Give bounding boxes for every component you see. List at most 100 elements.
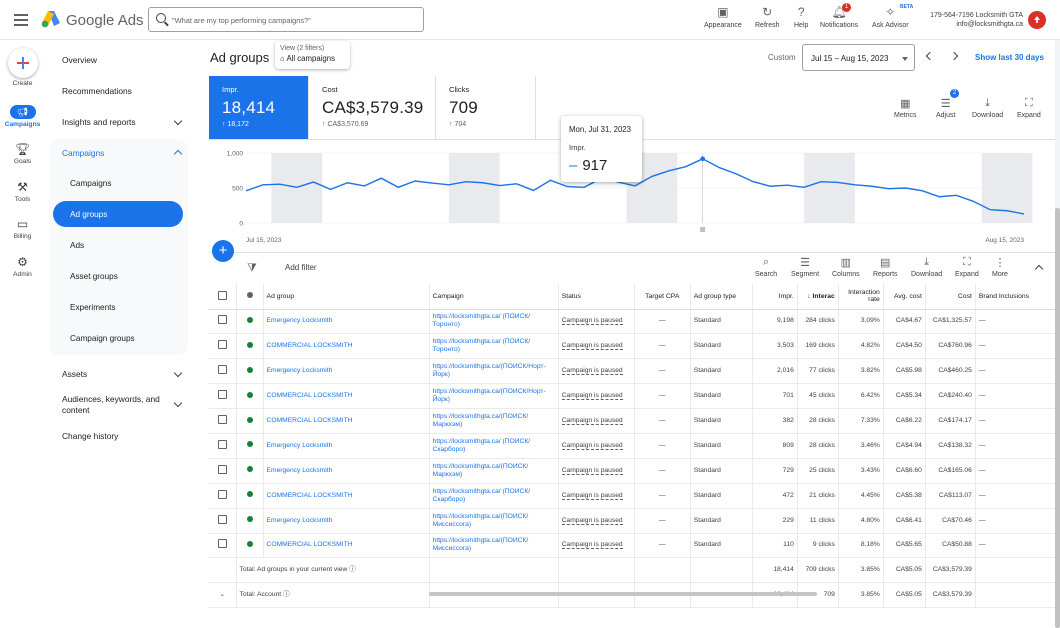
select-all-checkbox[interactable] <box>209 284 237 310</box>
row-cell[interactable]: Emergency Locksmith <box>263 508 430 534</box>
appearance-button[interactable]: ▣ Appearance <box>704 5 742 29</box>
row-checkbox[interactable] <box>217 439 227 449</box>
row-checkbox[interactable] <box>217 514 227 524</box>
create-button[interactable] <box>8 48 38 78</box>
help-circle-icon[interactable]: ⓘ <box>349 566 356 573</box>
menu-icon[interactable] <box>14 14 28 26</box>
ad-group-link[interactable]: COMMERCIAL LOCKSMITH <box>267 492 353 499</box>
ad-group-link[interactable]: COMMERCIAL LOCKSMITH <box>267 392 353 399</box>
filter-icon[interactable]: ⧩ <box>247 262 257 275</box>
table-expand-button[interactable]: ⛶ Expand <box>955 256 979 278</box>
sidebar-sub-ads[interactable]: Ads <box>70 241 84 250</box>
nav-billing[interactable]: ▭ Billing <box>0 217 45 240</box>
row-cell[interactable]: https://locksmithgta.ca/(ПОИСК/ Маркхэм) <box>429 458 559 484</box>
refresh-button[interactable]: ↻ Refresh <box>755 5 780 29</box>
status-text[interactable]: Campaign is paused <box>561 417 623 425</box>
campaign-link[interactable]: https://locksmithgta.ca/ (ПОИСК/ Скарбор… <box>433 438 531 453</box>
sidebar-item-overview[interactable]: Overview <box>62 55 97 65</box>
row-cell[interactable]: https://locksmithgta.ca/(ПОИСК/ Миссиссо… <box>429 508 559 534</box>
table-row[interactable]: Emergency Locksmith https://locksmithgta.… <box>209 433 1060 459</box>
table-row[interactable]: COMMERCIAL LOCKSMITH https://locksmithgta… <box>209 533 1060 559</box>
row-cell[interactable]: https://locksmithgta.ca/ (ПОИСК/ Скарбор… <box>429 433 559 459</box>
row-cell[interactable]: COMMERCIAL LOCKSMITH <box>263 408 430 434</box>
prev-period-icon[interactable] <box>925 51 935 61</box>
col-header[interactable]: Status <box>558 284 635 310</box>
sidebar-item-campaigns-group[interactable]: Campaigns <box>62 148 104 158</box>
more-button[interactable]: ⋮ More <box>992 256 1008 278</box>
chevron-down-icon[interactable] <box>173 116 183 126</box>
show-last-30-days-link[interactable]: Show last 30 days <box>975 53 1044 62</box>
row-cell[interactable]: https://locksmithgta.ca/(ПОИСК/ Маркхэм) <box>429 408 559 434</box>
chevron-down-icon[interactable] <box>173 398 183 408</box>
ad-group-link[interactable]: Emergency Locksmith <box>267 317 333 324</box>
col-header[interactable]: Avg. cost <box>883 284 926 310</box>
chevron-down-icon[interactable] <box>173 368 183 378</box>
row-checkbox[interactable] <box>217 365 227 375</box>
help-button[interactable]: ? Help <box>794 5 808 29</box>
col-header-sorted[interactable]: ↓ Interac <box>797 284 839 310</box>
col-header[interactable]: Ad group <box>263 284 430 310</box>
row-cell[interactable]: https://locksmithgta.ca/ (ПОИСК/ Торонто… <box>429 333 559 360</box>
horizontal-scrollbar[interactable] <box>429 592 817 596</box>
row-cell[interactable]: https://locksmithgta.ca/ (ПОИСК/ Скарбор… <box>429 483 559 509</box>
col-header[interactable]: Ad group type <box>690 284 753 310</box>
table-row[interactable]: COMMERCIAL LOCKSMITH https://locksmithgta… <box>209 333 1060 360</box>
row-checkbox[interactable] <box>217 340 227 350</box>
row-cell[interactable]: COMMERCIAL LOCKSMITH <box>263 533 430 559</box>
table-row[interactable]: Emergency Locksmith https://locksmithgta.… <box>209 358 1060 385</box>
row-cell[interactable]: Emergency Locksmith <box>263 309 430 335</box>
sidebar-sub-ad-groups[interactable]: Ad groups <box>70 210 107 219</box>
sidebar-item-audiences[interactable]: Audiences, keywords, and content <box>62 394 167 416</box>
status-text[interactable]: Campaign is paused <box>561 541 623 550</box>
row-cell[interactable]: COMMERCIAL LOCKSMITH <box>263 383 430 410</box>
campaign-link[interactable]: https://locksmithgta.ca/(ПОИСК/ Маркхэм) <box>433 463 529 478</box>
campaign-link[interactable]: https://locksmithgta.ca/ (ПОИСК/ Скарбор… <box>433 488 531 503</box>
campaign-link[interactable]: https://locksmithgta.ca/(ПОИСК/Норт-Йорк… <box>433 363 546 378</box>
table-row[interactable]: COMMERCIAL LOCKSMITH https://locksmithgta… <box>209 483 1060 509</box>
sidebar-item-recommendations[interactable]: Recommendations <box>62 86 132 96</box>
row-cell[interactable]: https://locksmithgta.ca/(ПОИСК/Норт-Йорк… <box>429 358 559 385</box>
sidebar-sub-campaign-groups[interactable]: Campaign groups <box>70 334 135 343</box>
row-cell[interactable]: COMMERCIAL LOCKSMITH <box>263 483 430 509</box>
sidebar-item-insights[interactable]: Insights and reports <box>62 117 136 127</box>
row-cell[interactable]: https://locksmithgta.ca/ (ПОИСК/ Торонто… <box>429 309 559 335</box>
view-filter-selector[interactable]: View (2 filters) ⌂ All campaigns <box>275 41 350 69</box>
campaign-link[interactable]: https://locksmithgta.ca/(ПОИСК/ Миссиссо… <box>433 513 529 528</box>
campaign-link[interactable]: https://locksmithgta.ca/(ПОИСК/ Маркхэм) <box>433 413 529 428</box>
table-row[interactable]: COMMERCIAL LOCKSMITH https://locksmithgta… <box>209 383 1060 410</box>
row-checkbox[interactable] <box>217 489 227 499</box>
table-row[interactable]: Emergency Locksmith https://locksmithgta.… <box>209 508 1060 534</box>
help-circle-icon[interactable]: ⓘ <box>283 591 290 598</box>
row-cell[interactable]: Emergency Locksmith <box>263 358 430 385</box>
date-range-picker[interactable]: Jul 15 – Aug 15, 2023 <box>802 44 915 71</box>
expand-row-icon[interactable]: ⌄ <box>219 591 225 598</box>
columns-button[interactable]: ▥ Columns <box>832 256 860 278</box>
campaign-link[interactable]: https://locksmithgta.ca/(ПОИСК/ Миссиссо… <box>433 537 529 552</box>
table-row[interactable]: Emergency Locksmith https://locksmithgta.… <box>209 458 1060 484</box>
sidebar-item-assets[interactable]: Assets <box>62 369 87 379</box>
col-header[interactable]: Target CPA <box>634 284 691 310</box>
table-search-button[interactable]: ⌕ Search <box>755 256 777 278</box>
ad-group-link[interactable]: COMMERCIAL LOCKSMITH <box>267 342 353 349</box>
sidebar-sub-experiments[interactable]: Experiments <box>70 303 116 312</box>
ad-group-link[interactable]: Emergency Locksmith <box>267 367 333 374</box>
ad-group-link[interactable]: COMMERCIAL LOCKSMITH <box>267 541 353 548</box>
table-download-button[interactable]: ⤓ Download <box>911 256 942 278</box>
segment-button[interactable]: ☰ Segment <box>791 256 819 278</box>
status-text[interactable]: Campaign is paused <box>561 491 623 500</box>
add-ad-group-button[interactable]: + <box>212 240 234 262</box>
col-header[interactable]: Brand Inclusions <box>975 284 1060 310</box>
kpi-cost[interactable]: Cost CA$3,579.39 ↑ CA$3,570.69 <box>309 76 436 140</box>
col-header[interactable]: Impr. <box>752 284 798 310</box>
status-text[interactable]: Campaign is paused <box>561 466 623 475</box>
row-cell[interactable]: COMMERCIAL LOCKSMITH <box>263 333 430 360</box>
status-text[interactable]: Campaign is paused <box>561 516 623 525</box>
row-checkbox[interactable] <box>217 315 227 325</box>
nav-campaigns[interactable]: 📢︎ Campaigns <box>0 105 45 128</box>
kpi-clicks[interactable]: Clicks 709 ↑ 704 <box>436 76 536 140</box>
table-row[interactable]: COMMERCIAL LOCKSMITH https://locksmithgta… <box>209 408 1060 434</box>
row-checkbox[interactable] <box>217 464 227 474</box>
notifications-button[interactable]: 🔔︎ Notifications <box>820 5 858 29</box>
status-text[interactable]: Campaign is paused <box>561 441 623 450</box>
chart-download-button[interactable]: ⤓ Download <box>972 97 1003 119</box>
